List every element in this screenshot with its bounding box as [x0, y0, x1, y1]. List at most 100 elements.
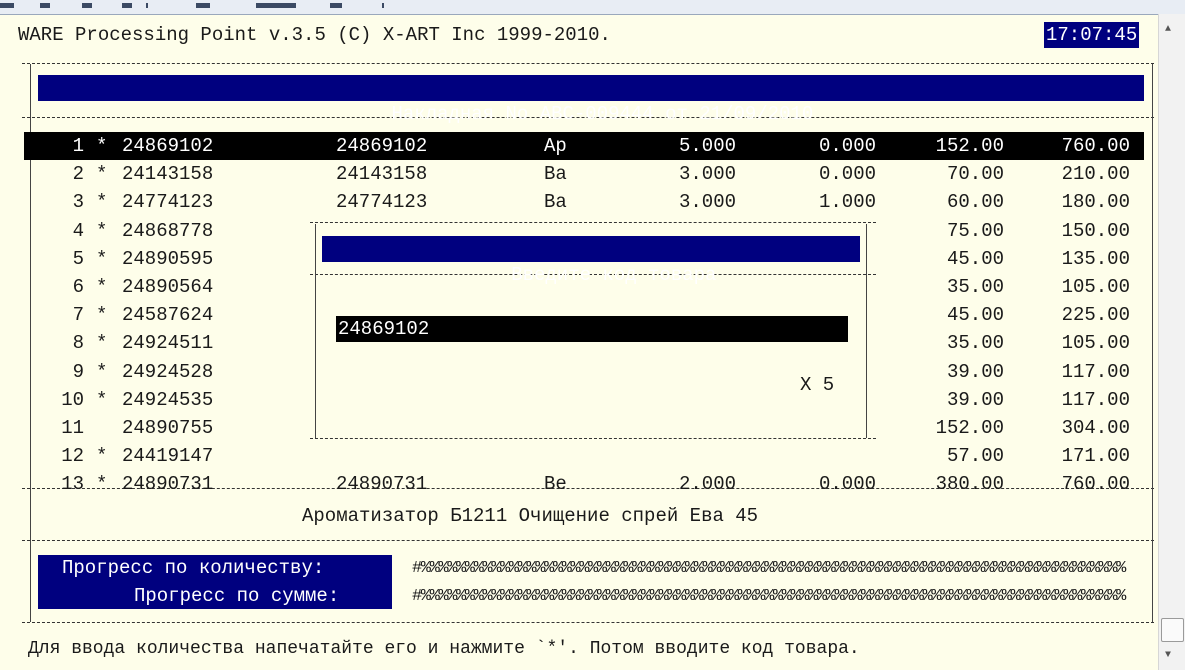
cell-sum: 171.00 [1061, 445, 1130, 468]
cell-code: 24924511 [122, 332, 214, 355]
cell-num: 11 [61, 417, 84, 439]
cell-num: 4 [72, 219, 84, 242]
cell-code: 24890564 [122, 276, 214, 298]
dialog-title: Введите код товара [322, 236, 860, 286]
cell-sum: 180.00 [1061, 191, 1130, 214]
product-name: Ароматизатор Б1211 Очищение спрей Ева 45 [302, 505, 759, 527]
cell-price: 39.00 [946, 388, 1004, 411]
cell-sum: 105.00 [1061, 276, 1130, 298]
cell-code: 24890731 [122, 473, 214, 496]
cell-code: 24143158 [122, 163, 214, 186]
cell-price: 75.00 [946, 219, 1004, 242]
cell-num: 6 [72, 276, 84, 298]
cell-sum: 105.00 [1061, 332, 1130, 355]
scroll-thumb[interactable] [1161, 618, 1184, 642]
cell-sum: 117.00 [1061, 388, 1130, 411]
console-scrollbar[interactable]: ▲ ▼ [1158, 14, 1185, 670]
cell-code: 24869102 [122, 135, 214, 157]
cell-mark: * [96, 388, 108, 411]
cell-num: 10 [61, 388, 84, 411]
frame-line-progress-bottom [22, 622, 1154, 623]
cell-q2: 0.000 [818, 135, 876, 157]
cell-code: 24890755 [122, 417, 214, 439]
progress-sum-label: Прогресс по сумме: [134, 583, 340, 609]
quantity-multiplier: X 5 [800, 374, 835, 396]
cell-sum: 150.00 [1061, 219, 1130, 242]
cell-price: 45.00 [946, 304, 1004, 327]
cell-num: 8 [72, 332, 84, 355]
cell-mark: * [96, 219, 108, 242]
app-title: WARE Processing Point v.3.5 (C) X-ART In… [18, 24, 611, 46]
cell-price: 45.00 [946, 247, 1004, 270]
cell-price: 35.00 [946, 276, 1004, 298]
cell-unit: Ba [544, 163, 567, 186]
cell-price: 152.00 [935, 135, 1004, 157]
cell-q2: 1.000 [818, 191, 876, 214]
cell-q1: 2.000 [678, 473, 736, 496]
cell-unit: Be [544, 473, 567, 496]
clock: 17:07:45 [1044, 22, 1140, 48]
cell-price: 57.00 [946, 445, 1004, 468]
cell-sum: 760.00 [1061, 135, 1130, 157]
cell-sum: 210.00 [1061, 163, 1130, 186]
cell-code: 24419147 [122, 445, 214, 468]
table-row[interactable]: 2 * 24143158 24143158 Ba 3.000 0.000 70.00 210.0… [24, 160, 1144, 188]
cell-code2: 24774123 [336, 191, 428, 214]
dialog-title-text: Введите код товара [511, 264, 717, 286]
frame-right-border [1152, 64, 1153, 622]
progress-qty-label: Прогресс по количеству: [62, 555, 325, 581]
table-row[interactable]: 12 * 24419147 57.00 171.00 [24, 442, 1144, 470]
cell-mark: * [96, 135, 108, 157]
cell-sum: 225.00 [1061, 304, 1130, 327]
scroll-down-arrow-icon[interactable]: ▼ [1165, 650, 1171, 661]
cell-unit: Ap [544, 135, 567, 157]
invoice-title-bar: Накладная No ABC-009444 от 21/09/2010 [38, 75, 1144, 125]
cell-num: 7 [72, 304, 84, 327]
cell-num: 5 [72, 247, 84, 270]
cell-mark: * [96, 445, 108, 468]
table-row[interactable]: 3 * 24774123 24774123 Ba 3.000 1.000 60.00 180.0… [24, 188, 1144, 216]
cell-q1: 5.000 [678, 135, 736, 157]
window-top-strip [0, 0, 1185, 15]
cell-code2: 24869102 [336, 135, 428, 157]
scroll-up-arrow-icon[interactable]: ▲ [1165, 24, 1171, 35]
cell-sum: 117.00 [1061, 360, 1130, 383]
cell-sum: 304.00 [1061, 417, 1130, 439]
cell-q1: 3.000 [678, 191, 736, 214]
product-code-dialog: Введите код товара 24869102 X 5 [310, 222, 876, 444]
cell-code2: 24143158 [336, 163, 428, 186]
cell-code: 24924528 [122, 360, 214, 383]
progress-qty-bar: #%%%%%%%%%%%%%%%%%%%%%%%%%%%%%%%%%%%%%%%… [412, 559, 1126, 578]
cell-q2: 0.000 [818, 163, 876, 186]
progress-sum-bar: #%%%%%%%%%%%%%%%%%%%%%%%%%%%%%%%%%%%%%%%… [412, 587, 1126, 606]
table-row[interactable]: 13 * 24890731 24890731 Be 2.000 0.000 380.00 760… [24, 470, 1144, 498]
cell-num: 13 [61, 473, 84, 496]
cell-num: 2 [72, 163, 84, 186]
footer-hint: Для ввода количества напечатайте его и н… [28, 639, 860, 659]
cell-unit: Ba [544, 191, 567, 214]
cell-mark: * [96, 304, 108, 327]
cell-num: 1 [72, 135, 84, 157]
cell-code2: 24890731 [336, 473, 428, 496]
cell-code: 24924535 [122, 388, 214, 411]
cell-mark: * [96, 247, 108, 270]
cell-code: 24774123 [122, 191, 214, 214]
cell-price: 70.00 [946, 163, 1004, 186]
cell-sum: 760.00 [1061, 473, 1130, 496]
cell-code: 24868778 [122, 219, 214, 242]
cell-mark: * [96, 360, 108, 383]
cell-price: 380.00 [935, 473, 1004, 496]
cell-mark: * [96, 276, 108, 298]
cell-sum: 135.00 [1061, 247, 1130, 270]
table-row[interactable]: 1 * 24869102 24869102 Ap 5.000 0.000 152.00 760.… [24, 132, 1144, 160]
cell-price: 60.00 [946, 191, 1004, 214]
cell-q1: 3.000 [678, 163, 736, 186]
cell-num: 3 [72, 191, 84, 214]
frame-line-product-bottom [22, 540, 1154, 541]
product-code-input[interactable]: 24869102 [336, 316, 848, 342]
cell-num: 12 [61, 445, 84, 468]
cell-mark: * [96, 332, 108, 355]
cell-mark: * [96, 473, 108, 496]
cell-code: 24587624 [122, 304, 214, 327]
cell-price: 152.00 [935, 417, 1004, 439]
